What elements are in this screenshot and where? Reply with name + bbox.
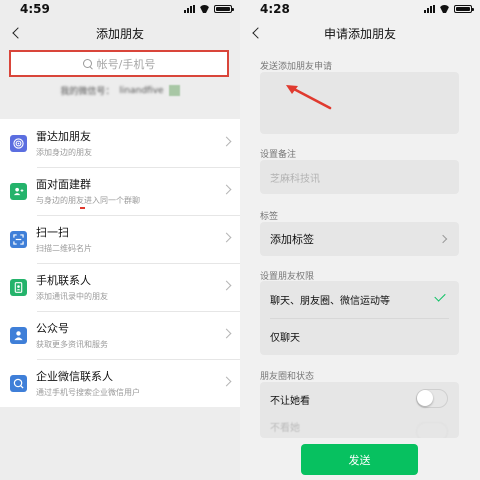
qr-code-icon[interactable] <box>168 85 180 96</box>
list-item-subtitle: 添加通讯录中的朋友 <box>36 292 108 301</box>
my-wechat-id-value: linandfive <box>119 85 164 96</box>
list-item-title: 雷达加朋友 <box>36 130 91 143</box>
red-underline-mark <box>80 207 85 209</box>
add-tags-row[interactable]: 添加标签 <box>260 222 459 256</box>
system-icons <box>424 5 474 13</box>
official-account-icon <box>10 326 27 344</box>
tags-label: 标签 <box>260 212 279 222</box>
status-time: 4:28 <box>260 2 290 16</box>
work-wechat-icon <box>10 374 27 392</box>
battery-icon <box>214 5 234 13</box>
wifi-icon <box>199 5 210 13</box>
list-item-radar[interactable]: 雷达加朋友 添加身边的朋友 <box>0 119 240 167</box>
wifi-icon <box>439 5 450 13</box>
chevron-right-icon <box>438 234 448 244</box>
send-button[interactable]: 发送 <box>301 444 418 475</box>
add-tags-label: 添加标签 <box>270 233 314 246</box>
chevron-right-icon <box>221 328 232 339</box>
status-time: 4:59 <box>20 2 50 16</box>
list-item-subtitle: 添加身边的朋友 <box>36 148 92 157</box>
request-message-label: 发送添加朋友申请 <box>260 62 333 72</box>
chevron-right-icon <box>221 184 232 195</box>
group-face-icon <box>10 182 27 200</box>
battery-icon <box>454 5 474 13</box>
chevron-right-icon <box>221 136 232 147</box>
signal-icon <box>184 5 195 13</box>
remark-label: 设置备注 <box>260 150 297 160</box>
hide-my-moments-row: 不让她看 <box>260 382 459 416</box>
list-item-face-to-face-group[interactable]: 面对面建群 与身边的朋友进入同一个群聊 <box>0 167 240 215</box>
list-item-phone-contacts[interactable]: 手机联系人 添加通讯录中的朋友 <box>0 263 240 311</box>
status-bar: 4:28 <box>240 0 480 18</box>
search-placeholder: 帐号/手机号 <box>96 57 156 71</box>
list-item-title: 手机联系人 <box>36 274 91 287</box>
moments-label: 朋友圈和状态 <box>260 372 315 382</box>
search-icon <box>82 58 93 69</box>
list-item-title: 扫一扫 <box>36 226 69 239</box>
list-item-official-accounts[interactable]: 公众号 获取更多资讯和服务 <box>0 311 240 359</box>
permissions-options: 聊天、朋友圈、微信运动等 仅聊天 <box>260 281 459 355</box>
friend-request-screen: 4:28 申请添加朋友 发送添加朋友申请 设置备注 芝麻科技讯 标签 添加标签 … <box>240 0 480 480</box>
signal-icon <box>424 5 435 13</box>
nav-bar: 添加朋友 <box>0 18 240 48</box>
permission-option-label: 仅聊天 <box>270 333 300 344</box>
hide-her-moments-row: 不看她 <box>260 416 459 438</box>
hide-her-moments-label: 不看她 <box>270 422 300 434</box>
list-item-title: 面对面建群 <box>36 178 91 191</box>
chevron-right-icon <box>221 280 232 291</box>
back-chevron-icon[interactable] <box>8 24 26 42</box>
hide-my-moments-label: 不让她看 <box>270 395 310 407</box>
list-item-subtitle: 通过手机号搜索企业微信用户 <box>36 388 140 397</box>
radar-icon <box>10 134 27 152</box>
moments-settings: 不让她看 不看她 <box>260 382 459 438</box>
chevron-right-icon <box>221 376 232 387</box>
list-item-work-wechat-contacts[interactable]: 企业微信联系人 通过手机号搜索企业微信用户 <box>0 359 240 407</box>
list-item-subtitle: 获取更多资讯和服务 <box>36 340 108 349</box>
add-friends-screen: 4:59 添加朋友 帐号/手机号 我的微信号： linandfive 雷达加朋友… <box>0 0 240 480</box>
hide-my-moments-toggle[interactable] <box>416 389 448 408</box>
list-item-subtitle: 与身边的朋友进入同一个群聊 <box>36 196 140 205</box>
my-wechat-id-label: 我的微信号： <box>60 87 115 97</box>
list-item-title: 公众号 <box>36 322 69 335</box>
phone-contact-icon <box>10 278 27 296</box>
permission-option-label: 聊天、朋友圈、微信运动等 <box>270 296 390 307</box>
search-input[interactable]: 帐号/手机号 <box>9 50 229 77</box>
list-item-subtitle: 扫描二维码名片 <box>36 244 92 253</box>
list-item-scan[interactable]: 扫一扫 扫描二维码名片 <box>0 215 240 263</box>
page-title: 添加朋友 <box>95 26 144 41</box>
my-wechat-id: 我的微信号： linandfive <box>0 84 240 97</box>
hide-her-moments-toggle[interactable] <box>416 422 448 438</box>
nav-bar: 申请添加朋友 <box>240 18 480 48</box>
list-item-title: 企业微信联系人 <box>36 370 113 383</box>
chevron-right-icon <box>221 232 232 243</box>
page-title: 申请添加朋友 <box>323 26 396 41</box>
add-method-list: 雷达加朋友 添加身边的朋友 面对面建群 与身边的朋友进入同一个群聊 扫一扫 扫描… <box>0 119 240 407</box>
back-chevron-icon[interactable] <box>248 24 266 42</box>
permission-option-chat-only[interactable]: 仅聊天 <box>260 318 459 355</box>
checkmark-icon <box>434 290 446 302</box>
status-bar: 4:59 <box>0 0 240 18</box>
permission-option-all[interactable]: 聊天、朋友圈、微信运动等 <box>260 281 459 318</box>
system-icons <box>184 5 234 13</box>
red-arrow-annotation <box>286 85 332 110</box>
remark-input[interactable]: 芝麻科技讯 <box>260 160 459 194</box>
scan-icon <box>10 230 27 248</box>
